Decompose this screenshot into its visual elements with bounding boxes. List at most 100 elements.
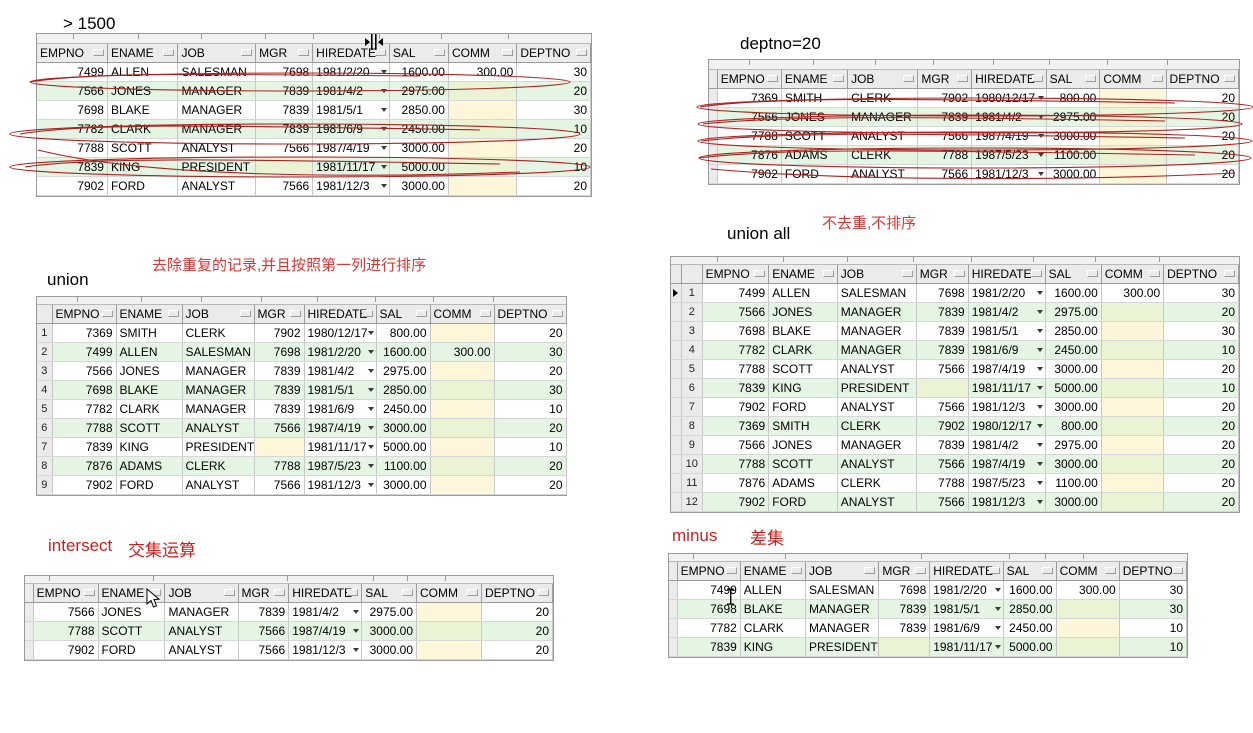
cell-job[interactable]: ANALYST bbox=[164, 640, 239, 660]
cell-empno[interactable]: 7782 bbox=[37, 119, 108, 139]
column-sort-grip-icon[interactable] bbox=[101, 310, 113, 317]
row-number-cell[interactable]: 1 bbox=[681, 283, 703, 303]
cell-mgr[interactable]: 7839 bbox=[916, 435, 969, 455]
cell-deptno[interactable]: 10 bbox=[1119, 618, 1188, 638]
cell-empno[interactable]: 7499 bbox=[52, 342, 117, 362]
table-row[interactable]: 7 7902 FORD ANALYST 7566 1981/12/3 3000.00 20 bbox=[671, 397, 1239, 417]
cell-deptno[interactable]: 20 bbox=[1163, 416, 1239, 436]
cell-empno[interactable]: 7902 bbox=[52, 475, 117, 495]
column-header-job[interactable]: JOB bbox=[182, 305, 255, 324]
grid-deptno20[interactable]: EMPNO ENAME JOB MGR HIREDATE SAL COMM DEPTNO 73… bbox=[708, 59, 1240, 185]
cell-comm[interactable] bbox=[1101, 454, 1165, 474]
cell-hiredate[interactable]: 1987/4/19 bbox=[968, 359, 1046, 379]
cell-deptno[interactable]: 20 bbox=[481, 621, 554, 641]
cell-ename[interactable]: CLARK bbox=[740, 618, 806, 638]
column-sort-grip-icon[interactable] bbox=[1149, 270, 1161, 277]
column-header-deptno[interactable]: DEPTNO bbox=[516, 44, 591, 63]
row-number-cell[interactable]: 1 bbox=[37, 323, 53, 343]
cell-sal[interactable]: 3000.00 bbox=[1045, 454, 1102, 474]
cell-sal[interactable]: 2975.00 bbox=[361, 602, 418, 622]
cell-comm[interactable] bbox=[448, 176, 518, 196]
row-number-cell[interactable]: 11 bbox=[681, 473, 703, 493]
cell-empno[interactable]: 7698 bbox=[37, 100, 108, 120]
cell-empno[interactable]: 7369 bbox=[702, 416, 770, 436]
column-sort-grip-icon[interactable] bbox=[551, 310, 563, 317]
cell-deptno[interactable]: 30 bbox=[1119, 599, 1188, 619]
cell-empno[interactable]: 7788 bbox=[37, 138, 108, 158]
cell-hiredate[interactable]: 1981/12/3 bbox=[968, 397, 1046, 417]
cell-empno[interactable]: 7566 bbox=[702, 302, 770, 322]
cell-job[interactable]: MANAGER bbox=[837, 321, 917, 341]
cell-ename[interactable]: ADAMS bbox=[116, 456, 183, 476]
cell-mgr[interactable]: 7839 bbox=[878, 618, 931, 638]
column-sort-grip-icon[interactable] bbox=[163, 49, 175, 56]
cell-ename[interactable]: BLAKE bbox=[740, 599, 806, 619]
column-header-deptno[interactable]: DEPTNO bbox=[1163, 265, 1239, 284]
cell-ename[interactable]: FORD bbox=[107, 176, 179, 196]
cell-hiredate[interactable]: 1987/5/23 bbox=[971, 145, 1047, 165]
date-dropdown-arrow-icon[interactable] bbox=[367, 388, 374, 392]
column-sort-grip-icon[interactable] bbox=[1151, 75, 1163, 82]
cell-ename[interactable]: KING bbox=[768, 378, 838, 398]
column-header-ename[interactable]: ENAME bbox=[781, 70, 849, 89]
table-row[interactable]: 7566 JONES MANAGER 7839 1981/4/2 2975.00 20 bbox=[25, 602, 554, 622]
date-dropdown-arrow-icon[interactable] bbox=[994, 645, 1001, 649]
cell-job[interactable]: MANAGER bbox=[164, 602, 239, 622]
cell-empno[interactable]: 7876 bbox=[52, 456, 117, 476]
cell-job[interactable]: MANAGER bbox=[182, 361, 255, 381]
cell-empno[interactable]: 7902 bbox=[33, 640, 99, 660]
cell-mgr[interactable] bbox=[255, 157, 314, 177]
date-dropdown-arrow-icon[interactable] bbox=[367, 445, 374, 449]
cell-job[interactable]: SALESMAN bbox=[837, 283, 917, 303]
column-sort-grip-icon[interactable] bbox=[1031, 75, 1043, 82]
cell-comm[interactable]: 300.00 bbox=[448, 62, 518, 82]
cell-deptno[interactable]: 10 bbox=[516, 157, 591, 177]
cell-mgr[interactable]: 7902 bbox=[917, 88, 973, 108]
cell-empno[interactable]: 7782 bbox=[702, 340, 770, 360]
cell-deptno[interactable]: 30 bbox=[516, 100, 591, 120]
cell-empno[interactable]: 7499 bbox=[702, 283, 770, 303]
row-number-cell[interactable]: 5 bbox=[37, 399, 53, 419]
cell-hiredate[interactable]: 1981/12/3 bbox=[304, 475, 377, 495]
cell-hiredate[interactable]: 1987/5/23 bbox=[968, 473, 1046, 493]
cell-empno[interactable]: 7839 bbox=[677, 637, 741, 657]
table-row[interactable]: 5 7788 SCOTT ANALYST 7566 1987/4/19 3000.00 20 bbox=[671, 359, 1239, 379]
cell-empno[interactable]: 7902 bbox=[37, 176, 108, 196]
column-header-comm[interactable]: COMM bbox=[430, 305, 495, 324]
cell-job[interactable]: ANALYST bbox=[164, 621, 239, 641]
cell-ename[interactable]: ADAMS bbox=[781, 145, 849, 165]
cell-hiredate[interactable]: 1981/2/20 bbox=[968, 283, 1046, 303]
column-sort-grip-icon[interactable] bbox=[298, 49, 310, 56]
date-dropdown-arrow-icon[interactable] bbox=[1036, 329, 1043, 333]
column-sort-grip-icon[interactable] bbox=[1030, 270, 1042, 277]
cell-empno[interactable]: 7499 bbox=[677, 580, 741, 600]
cell-empno[interactable]: 7698 bbox=[52, 380, 117, 400]
column-sort-grip-icon[interactable] bbox=[833, 75, 845, 82]
cell-comm[interactable] bbox=[1099, 164, 1167, 184]
cell-mgr[interactable]: 7788 bbox=[917, 145, 973, 165]
cell-mgr[interactable] bbox=[878, 637, 931, 657]
cell-mgr[interactable]: 7839 bbox=[878, 599, 931, 619]
cell-job[interactable]: MANAGER bbox=[177, 100, 257, 120]
cell-mgr[interactable]: 7839 bbox=[238, 602, 290, 622]
column-sort-grip-icon[interactable] bbox=[239, 310, 251, 317]
row-number-cell[interactable]: 5 bbox=[681, 359, 703, 379]
column-sort-grip-icon[interactable] bbox=[289, 310, 301, 317]
date-dropdown-arrow-icon[interactable] bbox=[367, 483, 374, 487]
cell-job[interactable]: ANALYST bbox=[837, 397, 917, 417]
table-row[interactable]: 7499 ALLEN SALESMAN 7698 1981/2/20 1600.00 300… bbox=[669, 580, 1188, 600]
cell-hiredate[interactable]: 1987/4/19 bbox=[304, 418, 377, 438]
column-sort-grip-icon[interactable] bbox=[433, 49, 445, 56]
cell-mgr[interactable]: 7902 bbox=[254, 323, 305, 343]
table-row[interactable]: 4 7698 BLAKE MANAGER 7839 1981/5/1 2850.00 30 bbox=[37, 380, 567, 400]
cell-job[interactable]: CLERK bbox=[182, 323, 255, 343]
date-dropdown-arrow-icon[interactable] bbox=[1036, 310, 1043, 314]
cell-ename[interactable]: JONES bbox=[98, 602, 166, 622]
table-row[interactable]: 8 7369 SMITH CLERK 7902 1980/12/17 800.00 20 bbox=[671, 416, 1239, 436]
cell-ename[interactable]: BLAKE bbox=[116, 380, 183, 400]
table-row[interactable]: 10 7788 SCOTT ANALYST 7566 1987/4/19 3000.00 20 bbox=[671, 454, 1239, 474]
cell-hiredate[interactable]: 1981/4/2 bbox=[968, 302, 1046, 322]
table-row[interactable]: 7902 FORD ANALYST 7566 1981/12/3 3000.00 20 bbox=[25, 640, 554, 660]
cell-ename[interactable]: JONES bbox=[107, 81, 179, 101]
row-number-cell[interactable]: 3 bbox=[37, 361, 53, 381]
